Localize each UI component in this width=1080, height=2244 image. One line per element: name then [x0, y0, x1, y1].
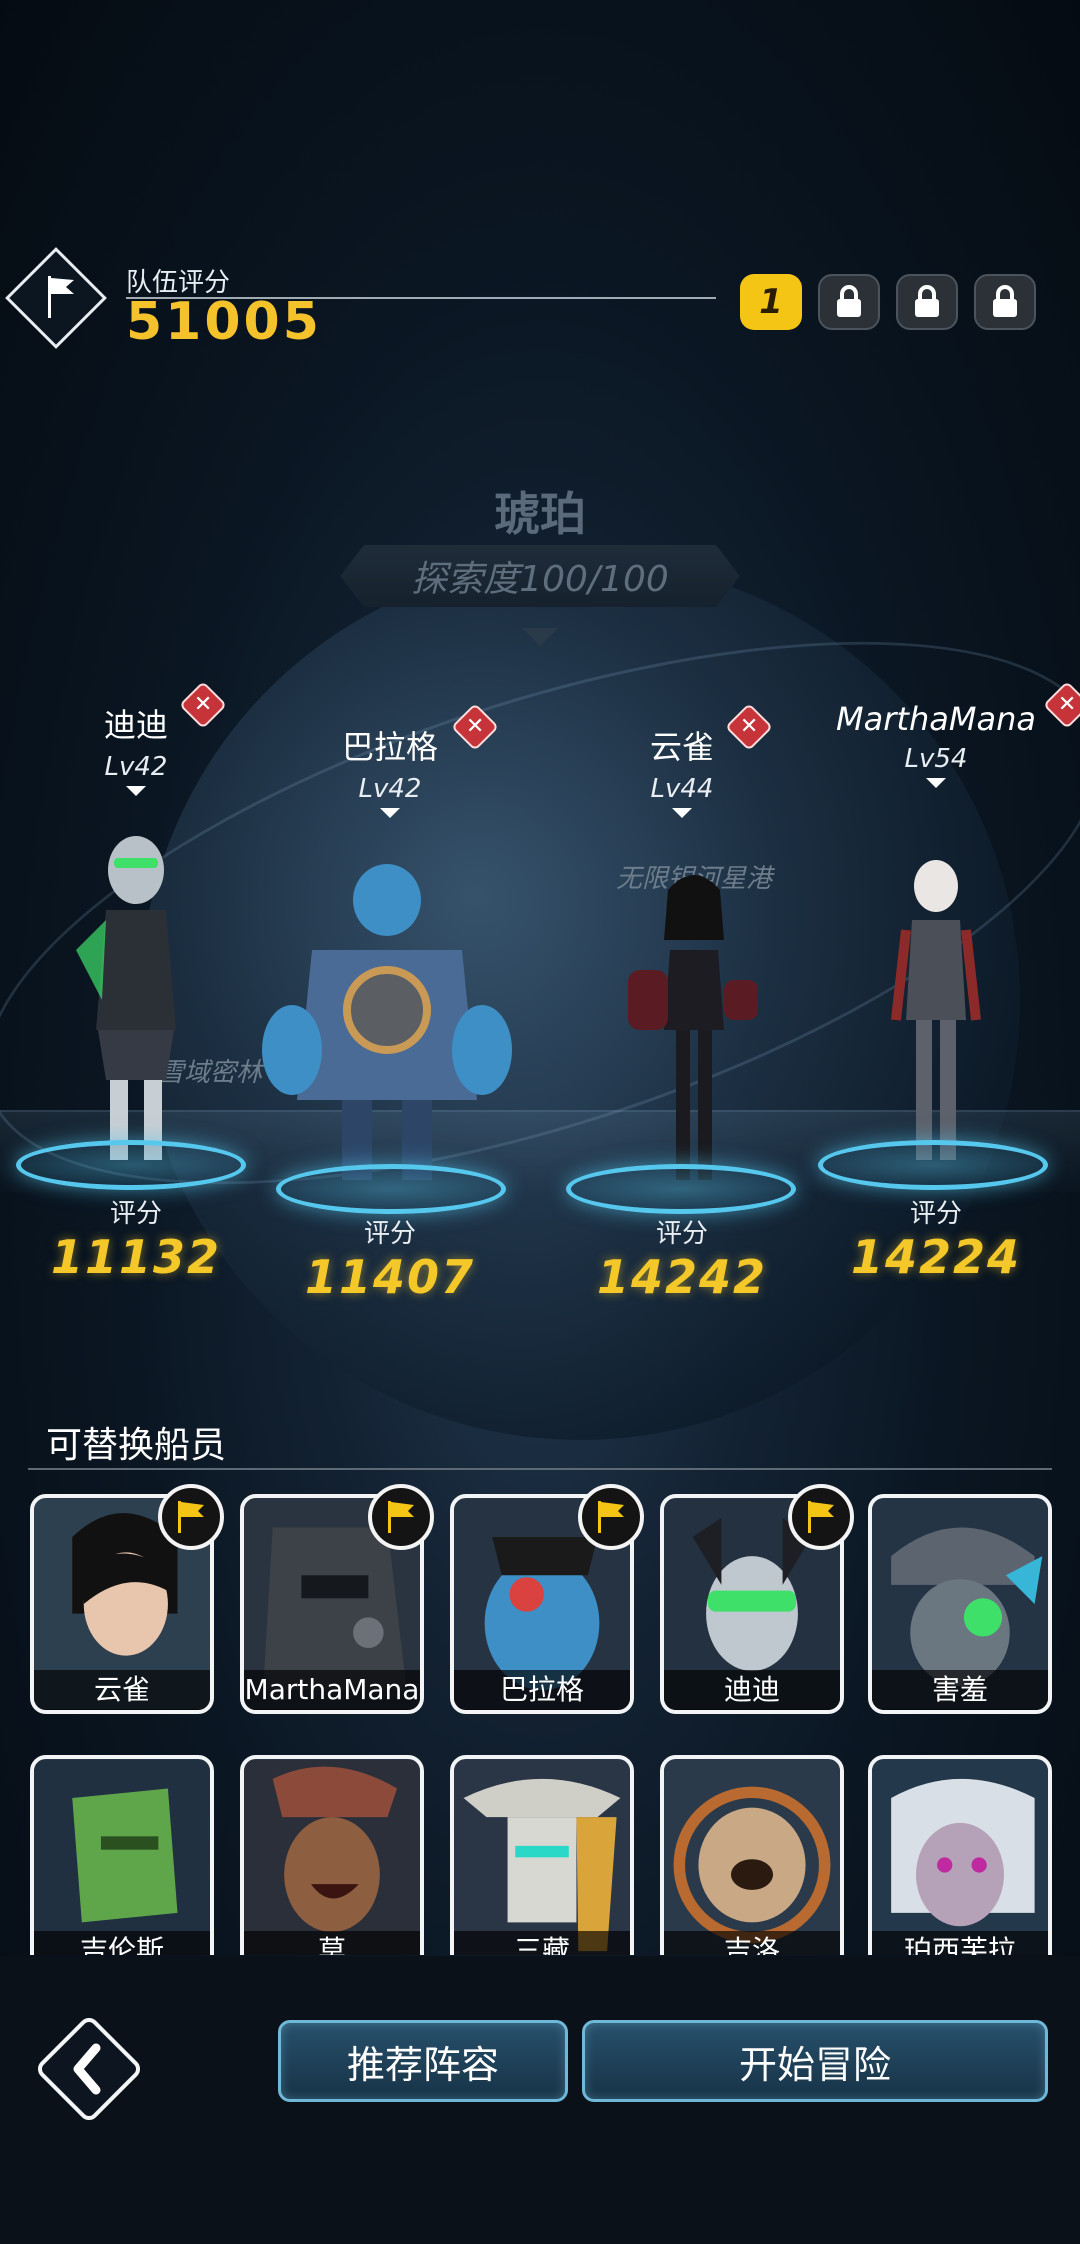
close-icon: ✕: [1057, 692, 1077, 717]
lock-icon: [915, 285, 939, 317]
crew-pad: [276, 1164, 506, 1214]
flag-icon: [178, 1501, 204, 1533]
start-adventure-label: 开始冒险: [738, 2042, 891, 2087]
flag-icon: [388, 1501, 414, 1533]
down-arrow-icon: [672, 808, 692, 818]
crew-score-value: 14242: [596, 1250, 768, 1304]
exploration-text: 探索度100/100: [411, 559, 669, 600]
chevron-left-icon: [73, 2043, 101, 2095]
portrait-name: 巴拉格: [454, 1670, 630, 1710]
team-slot-number: 1: [759, 282, 783, 322]
portrait-name: 吉洛: [664, 1931, 840, 1955]
crew-level: Lv44: [650, 774, 714, 804]
replaceable-row-2: 吉伦斯 莫 三藏 吉洛 珀西芙拉: [0, 1755, 1080, 1955]
team-slot-3-locked[interactable]: [896, 274, 958, 330]
crew-score-label: 评分: [363, 1219, 416, 1249]
leader-badge: [158, 1484, 224, 1550]
location-name: 琥珀: [494, 487, 586, 541]
crew-score-label: 评分: [655, 1219, 708, 1249]
portrait-name: 吉伦斯: [34, 1931, 210, 1955]
crew-name: 迪迪: [103, 706, 168, 744]
down-arrow-icon: [380, 808, 400, 818]
flag-icon: [808, 1501, 834, 1533]
crew-portrait-sanzang[interactable]: 三藏: [450, 1755, 634, 1955]
crew-name: 云雀: [649, 728, 714, 766]
crew-score-label: 评分: [909, 1199, 962, 1229]
crew-level: Lv42: [104, 752, 168, 782]
portrait-name: 莫: [244, 1931, 420, 1955]
crew-figure-didi: [76, 836, 176, 1160]
leader-badge: [578, 1484, 644, 1550]
lock-icon: [993, 285, 1017, 317]
crew-score-value: 11407: [304, 1250, 476, 1304]
portrait-name: 珀西芙拉: [872, 1931, 1048, 1955]
flag-icon: [598, 1501, 624, 1533]
lock-icon: [837, 285, 861, 317]
crew-score-value: 14224: [850, 1230, 1022, 1284]
crew-level: Lv42: [358, 774, 422, 804]
team-slot-2-locked[interactable]: [818, 274, 880, 330]
close-icon: ✕: [739, 714, 759, 739]
crew-slot-3[interactable]: 云雀 Lv44: [552, 722, 812, 818]
crew-level: Lv54: [904, 744, 968, 774]
crew-figure-marthamana: [891, 860, 981, 1160]
crew-portrait-mo[interactable]: 莫: [240, 1755, 424, 1955]
recommend-lineup-button[interactable]: 推荐阵容: [278, 2020, 568, 2102]
portrait-art: [872, 1759, 1048, 1955]
team-slot-1[interactable]: 1: [740, 274, 802, 330]
crew-portrait-jilunsi[interactable]: 吉伦斯: [30, 1755, 214, 1955]
team-slot-4-locked[interactable]: [974, 274, 1036, 330]
crew-portrait-poxifula[interactable]: 珀西芙拉: [868, 1755, 1052, 1955]
crew-pad: [16, 1140, 246, 1190]
crew-figure-yunque: [628, 875, 758, 1180]
replaceable-crew-title: 可替换船员: [46, 1425, 227, 1466]
leader-badge: [368, 1484, 434, 1550]
down-arrow-icon: [926, 778, 946, 788]
down-arrow-icon: [522, 628, 558, 646]
team-score-value: 51005: [126, 292, 322, 352]
crew-score-value: 11132: [50, 1230, 222, 1284]
crew-portrait-jiluo[interactable]: 吉洛: [660, 1755, 844, 1955]
leader-badge: [788, 1484, 854, 1550]
portrait-art: [244, 1759, 420, 1955]
portrait-name: 云雀: [34, 1670, 210, 1710]
portrait-name: 迪迪: [664, 1670, 840, 1710]
portrait-art: [34, 1759, 210, 1955]
down-arrow-icon: [126, 786, 146, 796]
portrait-art: [454, 1759, 630, 1955]
portrait-name: 三藏: [454, 1931, 630, 1955]
recommend-lineup-label: 推荐阵容: [346, 2042, 499, 2087]
crew-slot-1[interactable]: 迪迪 Lv42: [6, 700, 266, 796]
crew-pad: [566, 1164, 796, 1214]
close-icon: ✕: [465, 714, 485, 739]
crew-portrait-haixiu[interactable]: 害羞: [868, 1494, 1052, 1714]
crew-figure-balage: [262, 864, 512, 1180]
crew-slot-4[interactable]: MarthaMana Lv54: [806, 700, 1066, 788]
crew-name: MarthaMana: [836, 700, 1036, 738]
flag-icon: [48, 276, 74, 318]
crew-pad: [818, 1140, 1048, 1190]
close-icon: ✕: [193, 692, 213, 717]
section-divider: [28, 1468, 1052, 1470]
exploration-progress: 探索度100/100: [340, 545, 740, 607]
crew-score-label: 评分: [109, 1199, 162, 1229]
portrait-name: 害羞: [872, 1670, 1048, 1710]
start-adventure-button[interactable]: 开始冒险: [582, 2020, 1048, 2102]
portrait-art: [664, 1759, 840, 1955]
portrait-name: MarthaMana: [244, 1670, 420, 1710]
